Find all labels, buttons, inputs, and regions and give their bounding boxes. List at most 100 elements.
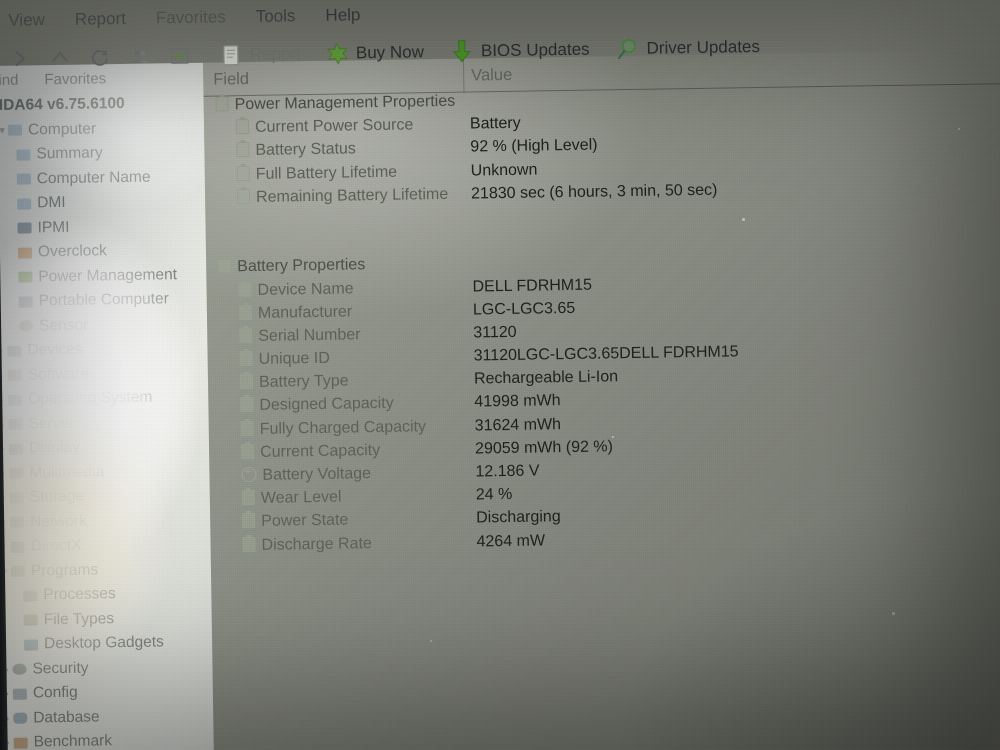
value-cell: 41998 mWh xyxy=(474,392,561,411)
menu-item-help[interactable]: Help xyxy=(325,5,360,26)
field-cell: Battery Status xyxy=(204,141,356,161)
database-icon xyxy=(13,712,28,725)
field-label: Battery Voltage xyxy=(262,465,372,484)
battery-icon xyxy=(236,188,251,204)
security-icon xyxy=(12,663,27,676)
voltage-icon xyxy=(241,466,257,483)
field-cell: Current Capacity xyxy=(209,442,380,463)
sidebar-item-power-management[interactable]: Power Management xyxy=(0,262,207,290)
sidebar-item-summary[interactable]: Summary xyxy=(0,140,205,168)
folder-icon xyxy=(16,149,31,161)
sidebar-item-portable-computer[interactable]: Portable Computer xyxy=(0,287,207,315)
sidebar-item-security[interactable]: › Security xyxy=(0,654,213,682)
programs-icon xyxy=(10,565,26,578)
field-cell: Remaining Battery Lifetime xyxy=(205,186,448,208)
users-icon[interactable] xyxy=(129,46,151,68)
battery-icon xyxy=(235,119,250,135)
sidebar-item-file-types[interactable]: File Types xyxy=(0,605,212,633)
value-cell: 29059 mWh (92 %) xyxy=(474,438,614,458)
sidebar-item-overclock[interactable]: Overclock xyxy=(0,238,206,266)
sidebar-root[interactable]: AIDA64 v6.75.6100 xyxy=(0,91,204,119)
sensor-icon xyxy=(19,320,34,332)
sidebar-item-label: Processes xyxy=(43,585,116,604)
toolbar-nav-group xyxy=(0,45,191,70)
up-icon[interactable] xyxy=(49,47,71,69)
sidebar-item-label: Benchmark xyxy=(33,732,113,750)
refresh-icon[interactable] xyxy=(89,46,111,68)
sidebar-item-server[interactable]: › Server xyxy=(0,409,209,437)
value-cell: DELL FDRHM15 xyxy=(472,276,593,296)
sidebar-item-label: Computer xyxy=(27,120,97,139)
driver-updates-button[interactable]: Driver Updates xyxy=(615,35,760,61)
sidebar-item-directx[interactable]: › DirectX xyxy=(0,532,211,560)
field-label: Discharge Rate xyxy=(261,534,372,554)
menu-item-favorites[interactable]: Favorites xyxy=(156,7,226,28)
sidebar-item-operating-system[interactable]: › Operating System xyxy=(0,385,208,413)
value-cell: LGC-LGC3.65 xyxy=(472,299,576,319)
value-cell: 4264 mW xyxy=(476,531,546,551)
sidebar-item-sensor[interactable]: Sensor xyxy=(0,311,207,339)
menu-item-report[interactable]: Report xyxy=(75,9,126,30)
menu-item-tools[interactable]: Tools xyxy=(256,6,296,27)
buy-now-button[interactable]: Buy Now xyxy=(325,40,424,66)
field-cell: Manufacturer xyxy=(207,303,353,323)
bios-updates-button-label: BIOS Updates xyxy=(480,39,590,61)
sidebar-item-computer-name[interactable]: Computer Name xyxy=(0,164,205,192)
sidebar-item-config[interactable]: › Config xyxy=(0,679,213,707)
config-icon xyxy=(12,688,27,700)
field-label: Battery Properties xyxy=(237,256,366,276)
sidebar-item-label: Storage xyxy=(29,487,85,506)
sidebar-item-desktop-gadgets[interactable]: Desktop Gadgets xyxy=(0,630,212,658)
sidebar-item-label: Display xyxy=(28,438,80,457)
sidebar-item-devices[interactable]: › Devices xyxy=(0,336,208,364)
bios-updates-button[interactable]: BIOS Updates xyxy=(450,38,590,64)
sidebar-item-dmi[interactable]: DMI xyxy=(0,189,205,217)
menu-item-view[interactable]: View xyxy=(8,10,45,31)
value-cell: Rechargeable Li-Ion xyxy=(473,368,619,388)
value-cell: 92 % (High Level) xyxy=(470,136,598,156)
folder-icon xyxy=(7,124,23,137)
field-cell: Full Battery Lifetime xyxy=(205,163,398,184)
benchmark-icon xyxy=(13,737,28,749)
sidebar-item-label: Overclock xyxy=(37,242,107,261)
sidebar-item-database[interactable]: › Database xyxy=(0,703,213,731)
sidebar-root-label: AIDA64 v6.75.6100 xyxy=(0,95,125,115)
sidebar-item-label: Portable Computer xyxy=(38,290,169,310)
server-icon xyxy=(8,418,23,431)
sidebar-item-storage[interactable]: › Storage xyxy=(0,483,210,511)
chevron-down-icon[interactable]: ▾ xyxy=(0,124,8,137)
battery-icon xyxy=(240,420,254,436)
sidebar-item-programs[interactable]: ▾ Programs xyxy=(0,556,211,584)
field-label: Remaining Battery Lifetime xyxy=(255,185,449,206)
sidebar-item-label: Devices xyxy=(27,340,83,359)
sidebar-item-benchmark[interactable]: › Benchmark xyxy=(0,728,214,750)
report-button[interactable]: Report xyxy=(219,42,301,67)
forward-icon[interactable] xyxy=(9,47,31,69)
field-cell: Battery Type xyxy=(208,373,349,393)
sidebar-item-label: Security xyxy=(32,659,89,678)
processes-icon xyxy=(23,590,38,602)
sidebar-item-label: Software xyxy=(27,365,90,384)
sidebar-item-ipmi[interactable]: IPMI xyxy=(0,213,206,241)
field-cell: Power State xyxy=(210,512,348,532)
battery-icon xyxy=(240,443,255,459)
sidebar-item-display[interactable]: › Display xyxy=(0,434,209,462)
sidebar-item-processes[interactable]: Processes xyxy=(0,581,212,609)
field-cell: Battery Properties xyxy=(206,257,365,277)
driver-updates-magnifier-icon xyxy=(615,37,639,61)
sidebar-item-computer[interactable]: ▾ Computer xyxy=(0,115,204,143)
sidebar-item-multimedia[interactable]: › Multimedia xyxy=(0,458,210,486)
field-cell: Unique ID xyxy=(208,350,330,370)
chart-icon[interactable] xyxy=(169,45,191,67)
sidebar-item-software[interactable]: › Software xyxy=(0,360,208,388)
sidebar-item-label: Summary xyxy=(36,144,103,163)
field-label: Designed Capacity xyxy=(259,395,394,415)
battery-icon xyxy=(240,397,254,413)
field-cell: Battery Voltage xyxy=(209,465,371,486)
sidebar-item-network[interactable]: › Network xyxy=(0,507,210,535)
buy-now-button-label: Buy Now xyxy=(355,42,425,63)
value-cell: 21830 sec (6 hours, 3 min, 50 sec) xyxy=(470,181,718,203)
field-cell: Serial Number xyxy=(207,326,361,346)
battery-icon xyxy=(236,142,250,158)
sidebar: Find Favorites AIDA64 v6.75.6100 ▾ Compu… xyxy=(0,62,215,750)
